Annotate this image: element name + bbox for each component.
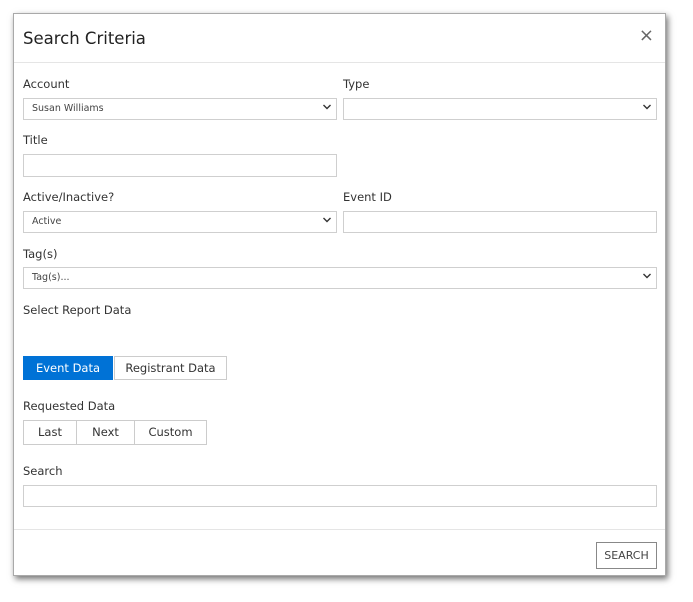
chevron-down-icon: [323, 217, 331, 223]
search-label: Search: [23, 464, 63, 478]
active-value: Active: [32, 216, 62, 227]
chevron-down-icon: [643, 273, 651, 279]
tags-value: Tag(s)...: [32, 272, 70, 283]
tags-label: Tag(s): [23, 247, 58, 261]
dialog-title: Search Criteria: [23, 29, 146, 48]
event-id-input[interactable]: [343, 211, 657, 233]
title-label: Title: [23, 133, 48, 147]
account-label: Account: [23, 77, 70, 91]
search-criteria-dialog: Search Criteria × Account Susan Williams…: [13, 13, 666, 576]
chevron-down-icon: [323, 104, 331, 110]
event-data-button[interactable]: Event Data: [23, 356, 113, 380]
footer-divider: [14, 529, 665, 530]
last-button[interactable]: Last: [23, 420, 77, 445]
event-id-label: Event ID: [343, 190, 392, 204]
account-select[interactable]: Susan Williams: [23, 98, 337, 120]
chevron-down-icon: [643, 104, 651, 110]
search-input[interactable]: [23, 485, 657, 507]
registrant-data-button[interactable]: Registrant Data: [114, 356, 227, 380]
active-label: Active/Inactive?: [23, 190, 115, 204]
type-label: Type: [343, 77, 370, 91]
title-input[interactable]: [23, 154, 337, 177]
type-select[interactable]: [343, 98, 657, 120]
tags-select[interactable]: Tag(s)...: [23, 267, 657, 289]
search-button[interactable]: SEARCH: [596, 542, 657, 569]
report-data-label: Select Report Data: [23, 303, 132, 317]
custom-button[interactable]: Custom: [134, 420, 207, 445]
dialog-header: Search Criteria ×: [14, 14, 665, 63]
active-select[interactable]: Active: [23, 211, 337, 233]
requested-data-label: Requested Data: [23, 399, 116, 413]
next-button[interactable]: Next: [76, 420, 135, 445]
close-icon[interactable]: ×: [639, 26, 654, 46]
account-value: Susan Williams: [32, 103, 104, 114]
